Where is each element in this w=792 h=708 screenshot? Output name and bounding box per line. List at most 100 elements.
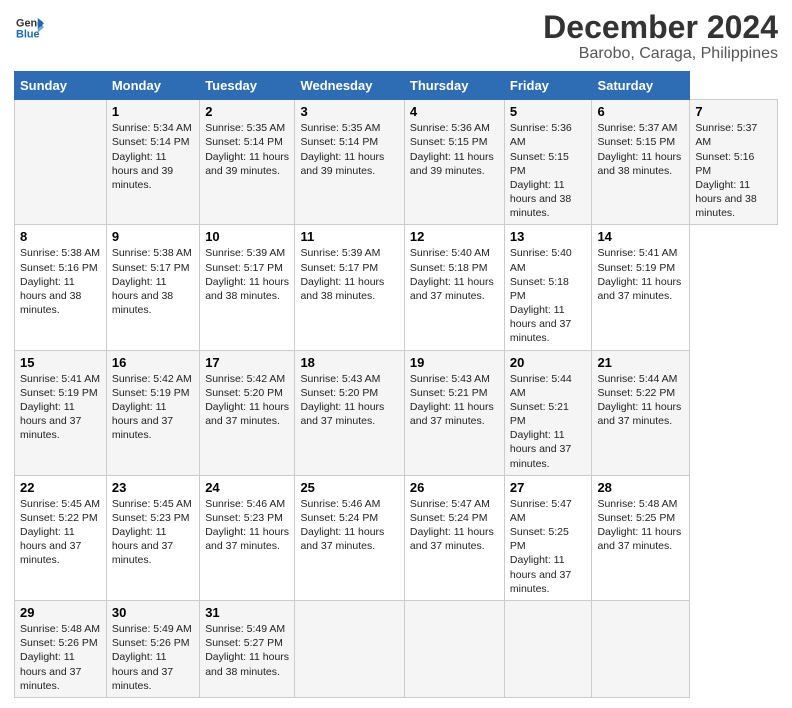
day-number: 15 [20,355,101,370]
day-number: 27 [510,480,587,495]
day-number: 26 [410,480,499,495]
calendar-table: SundayMondayTuesdayWednesdayThursdayFrid… [14,71,778,698]
empty-cell [15,100,107,225]
day-info: Sunrise: 5:39 AMSunset: 5:17 PMDaylight:… [205,247,289,302]
day-info: Sunrise: 5:35 AMSunset: 5:14 PMDaylight:… [300,122,384,177]
calendar-cell: 19 Sunrise: 5:43 AMSunset: 5:21 PMDaylig… [404,350,504,475]
col-header-friday: Friday [504,72,592,100]
day-number: 3 [300,104,398,119]
day-number: 18 [300,355,398,370]
header-row: SundayMondayTuesdayWednesdayThursdayFrid… [15,72,778,100]
day-number: 6 [597,104,684,119]
day-info: Sunrise: 5:41 AMSunset: 5:19 PMDaylight:… [597,247,681,302]
calendar-cell: 29 Sunrise: 5:48 AMSunset: 5:26 PMDaylig… [15,601,107,698]
calendar-cell: 25 Sunrise: 5:46 AMSunset: 5:24 PMDaylig… [295,475,404,600]
calendar-cell: 30 Sunrise: 5:49 AMSunset: 5:26 PMDaylig… [106,601,199,698]
day-info: Sunrise: 5:44 AMSunset: 5:21 PMDaylight:… [510,373,572,470]
calendar-cell: 1 Sunrise: 5:34 AMSunset: 5:14 PMDayligh… [106,100,199,225]
day-number: 9 [112,229,194,244]
day-number: 23 [112,480,194,495]
calendar-week-row: 29 Sunrise: 5:48 AMSunset: 5:26 PMDaylig… [15,601,778,698]
calendar-cell [592,601,690,698]
day-number: 7 [695,104,772,119]
calendar-cell: 27 Sunrise: 5:47 AMSunset: 5:25 PMDaylig… [504,475,592,600]
calendar-cell: 20 Sunrise: 5:44 AMSunset: 5:21 PMDaylig… [504,350,592,475]
day-info: Sunrise: 5:41 AMSunset: 5:19 PMDaylight:… [20,373,100,442]
calendar-cell: 9 Sunrise: 5:38 AMSunset: 5:17 PMDayligh… [106,225,199,350]
day-number: 25 [300,480,398,495]
day-info: Sunrise: 5:36 AMSunset: 5:15 PMDaylight:… [510,122,572,219]
day-info: Sunrise: 5:45 AMSunset: 5:22 PMDaylight:… [20,498,100,567]
day-number: 28 [597,480,684,495]
calendar-cell: 17 Sunrise: 5:42 AMSunset: 5:20 PMDaylig… [200,350,295,475]
day-info: Sunrise: 5:43 AMSunset: 5:21 PMDaylight:… [410,373,494,428]
day-info: Sunrise: 5:46 AMSunset: 5:23 PMDaylight:… [205,498,289,553]
calendar-cell: 13 Sunrise: 5:40 AMSunset: 5:18 PMDaylig… [504,225,592,350]
day-number: 10 [205,229,289,244]
day-info: Sunrise: 5:40 AMSunset: 5:18 PMDaylight:… [410,247,494,302]
subtitle: Barobo, Caraga, Philippines [543,45,778,63]
day-number: 4 [410,104,499,119]
calendar-cell: 24 Sunrise: 5:46 AMSunset: 5:23 PMDaylig… [200,475,295,600]
day-info: Sunrise: 5:39 AMSunset: 5:17 PMDaylight:… [300,247,384,302]
calendar-cell: 22 Sunrise: 5:45 AMSunset: 5:22 PMDaylig… [15,475,107,600]
day-number: 31 [205,605,289,620]
calendar-cell: 12 Sunrise: 5:40 AMSunset: 5:18 PMDaylig… [404,225,504,350]
day-number: 13 [510,229,587,244]
day-number: 2 [205,104,289,119]
calendar-cell [504,601,592,698]
page-container: General Blue December 2024 Barobo, Carag… [0,0,792,708]
day-info: Sunrise: 5:49 AMSunset: 5:27 PMDaylight:… [205,623,289,678]
day-info: Sunrise: 5:49 AMSunset: 5:26 PMDaylight:… [112,623,192,692]
svg-text:Blue: Blue [16,28,40,40]
day-number: 14 [597,229,684,244]
day-info: Sunrise: 5:48 AMSunset: 5:25 PMDaylight:… [597,498,681,553]
calendar-week-row: 15 Sunrise: 5:41 AMSunset: 5:19 PMDaylig… [15,350,778,475]
calendar-cell: 8 Sunrise: 5:38 AMSunset: 5:16 PMDayligh… [15,225,107,350]
header: General Blue December 2024 Barobo, Carag… [14,10,778,63]
calendar-cell: 23 Sunrise: 5:45 AMSunset: 5:23 PMDaylig… [106,475,199,600]
day-number: 11 [300,229,398,244]
calendar-cell: 28 Sunrise: 5:48 AMSunset: 5:25 PMDaylig… [592,475,690,600]
calendar-cell: 15 Sunrise: 5:41 AMSunset: 5:19 PMDaylig… [15,350,107,475]
calendar-week-row: 1 Sunrise: 5:34 AMSunset: 5:14 PMDayligh… [15,100,778,225]
col-header-sunday: Sunday [15,72,107,100]
col-header-tuesday: Tuesday [200,72,295,100]
day-info: Sunrise: 5:37 AMSunset: 5:16 PMDaylight:… [695,122,757,219]
day-number: 22 [20,480,101,495]
day-number: 29 [20,605,101,620]
calendar-cell: 14 Sunrise: 5:41 AMSunset: 5:19 PMDaylig… [592,225,690,350]
day-info: Sunrise: 5:43 AMSunset: 5:20 PMDaylight:… [300,373,384,428]
calendar-cell [404,601,504,698]
calendar-cell: 21 Sunrise: 5:44 AMSunset: 5:22 PMDaylig… [592,350,690,475]
day-info: Sunrise: 5:48 AMSunset: 5:26 PMDaylight:… [20,623,100,692]
day-number: 8 [20,229,101,244]
logo-icon: General Blue [16,14,44,42]
calendar-cell: 5 Sunrise: 5:36 AMSunset: 5:15 PMDayligh… [504,100,592,225]
calendar-cell [295,601,404,698]
day-number: 1 [112,104,194,119]
calendar-cell: 7 Sunrise: 5:37 AMSunset: 5:16 PMDayligh… [690,100,778,225]
day-info: Sunrise: 5:47 AMSunset: 5:25 PMDaylight:… [510,498,572,595]
col-header-monday: Monday [106,72,199,100]
day-number: 30 [112,605,194,620]
col-header-saturday: Saturday [592,72,690,100]
day-info: Sunrise: 5:47 AMSunset: 5:24 PMDaylight:… [410,498,494,553]
day-number: 21 [597,355,684,370]
col-header-thursday: Thursday [404,72,504,100]
calendar-cell: 4 Sunrise: 5:36 AMSunset: 5:15 PMDayligh… [404,100,504,225]
day-info: Sunrise: 5:46 AMSunset: 5:24 PMDaylight:… [300,498,384,553]
day-number: 5 [510,104,587,119]
calendar-week-row: 8 Sunrise: 5:38 AMSunset: 5:16 PMDayligh… [15,225,778,350]
day-info: Sunrise: 5:38 AMSunset: 5:16 PMDaylight:… [20,247,100,316]
calendar-cell: 10 Sunrise: 5:39 AMSunset: 5:17 PMDaylig… [200,225,295,350]
day-info: Sunrise: 5:45 AMSunset: 5:23 PMDaylight:… [112,498,192,567]
day-number: 16 [112,355,194,370]
day-number: 20 [510,355,587,370]
day-info: Sunrise: 5:38 AMSunset: 5:17 PMDaylight:… [112,247,192,316]
col-header-wednesday: Wednesday [295,72,404,100]
calendar-week-row: 22 Sunrise: 5:45 AMSunset: 5:22 PMDaylig… [15,475,778,600]
logo: General Blue [14,14,44,42]
calendar-cell: 11 Sunrise: 5:39 AMSunset: 5:17 PMDaylig… [295,225,404,350]
day-number: 12 [410,229,499,244]
